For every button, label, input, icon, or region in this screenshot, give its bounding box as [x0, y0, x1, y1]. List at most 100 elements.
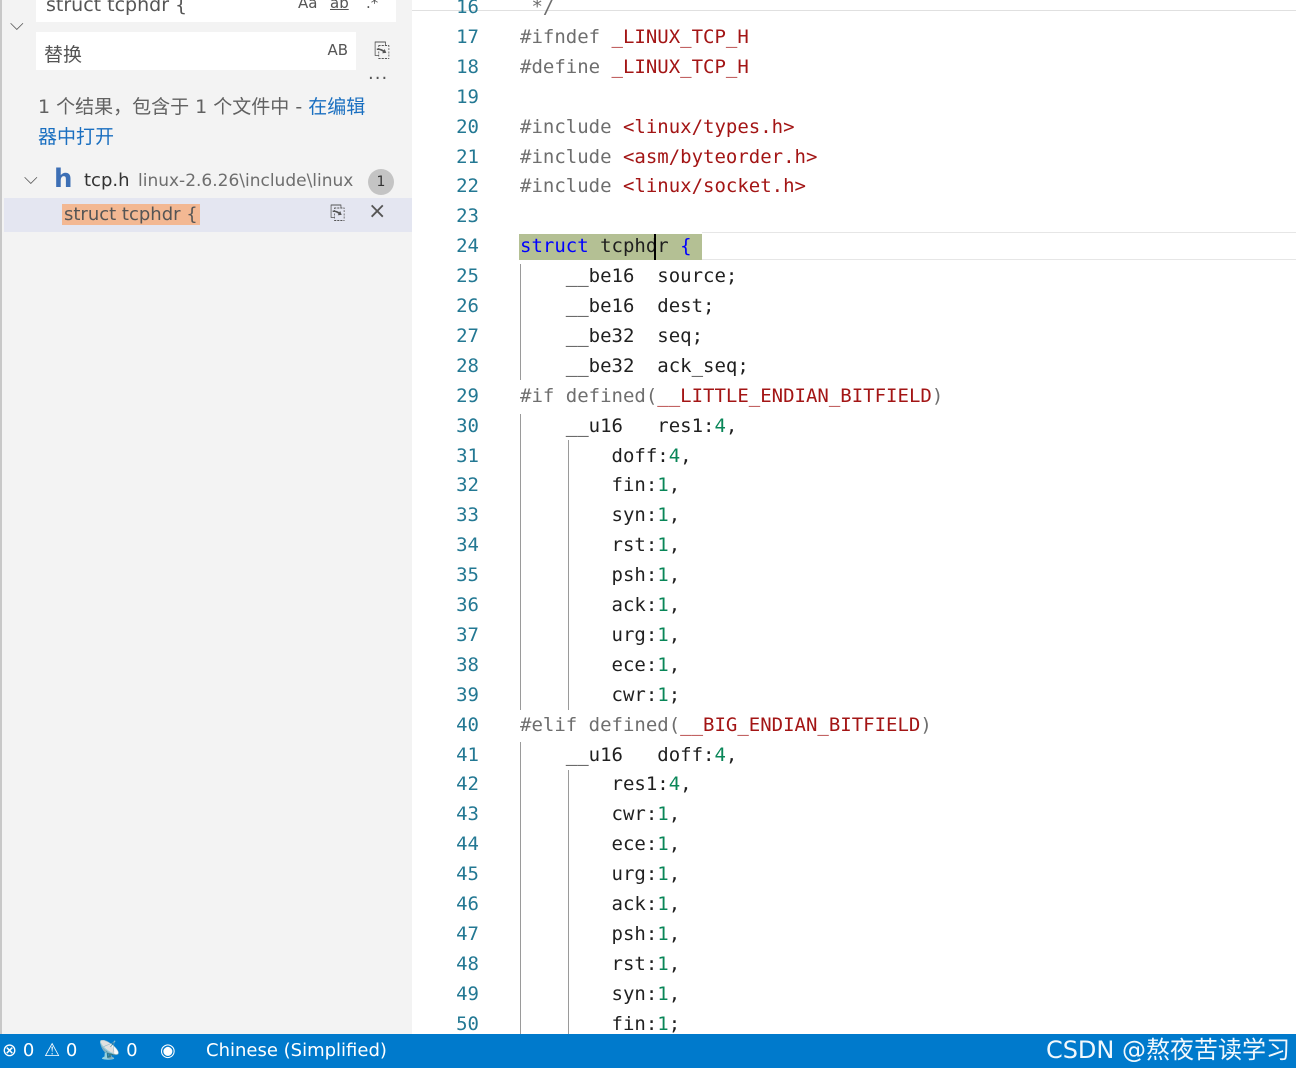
code-line[interactable]: __u16 res1:4, [520, 415, 738, 437]
replace-all-icon[interactable]: ⎘ [368, 38, 396, 64]
line-number: 26 [456, 295, 479, 317]
more-options-icon[interactable]: ··· [368, 68, 388, 89]
code-line[interactable]: #ifndef _LINUX_TCP_H [520, 26, 749, 48]
code-line[interactable]: doff:4, [520, 445, 692, 467]
language-indicator[interactable]: Chinese (Simplified) [206, 1040, 387, 1061]
line-number: 32 [456, 474, 479, 497]
whole-word-toggle[interactable]: ab [330, 0, 349, 12]
error-icon: ⊗ [2, 1040, 18, 1061]
line-number: 49 [456, 982, 479, 1005]
text-cursor [654, 234, 656, 260]
code-line[interactable]: ece:1, [520, 833, 681, 855]
code-line[interactable]: syn:1, [520, 983, 681, 1005]
code-line[interactable]: #include <linux/socket.h> [520, 175, 806, 197]
code-line[interactable]: urg:1, [520, 624, 681, 646]
line-number: 37 [456, 623, 479, 646]
code-line[interactable]: __be16 dest; [520, 295, 715, 317]
code-line[interactable]: ack:1, [520, 594, 681, 616]
ports-indicator[interactable]: 📡 0 [98, 1040, 138, 1061]
results-summary: 1 个结果，包含于 1 个文件中 - 在编辑器中打开 [38, 92, 378, 152]
line-number: 39 [456, 683, 479, 706]
code-line[interactable]: syn:1, [520, 504, 681, 526]
dismiss-close-icon[interactable]: × [368, 199, 386, 224]
preserve-case-toggle[interactable]: AB [327, 41, 348, 59]
line-number: 25 [456, 265, 479, 288]
code-line[interactable]: rst:1, [520, 953, 681, 975]
watermark: CSDN @熬夜苦读学习 [1045, 1036, 1290, 1064]
match-case-toggle[interactable]: Aa [298, 0, 317, 12]
ports-count: 0 [126, 1040, 138, 1061]
broadcast-icon: 📡 [98, 1040, 121, 1061]
line-number: 44 [456, 833, 479, 856]
code-editor[interactable]: 16 17 18 19 20 21 22 23 24 25 26 27 28 29 30 31 32 33 34 35… [412, 0, 1296, 1035]
code-line[interactable]: struct tcphdr { [520, 235, 692, 257]
result-file-path: linux-2.6.26\include\linux [138, 171, 354, 191]
line-number: 36 [456, 594, 479, 616]
line-number: 41 [456, 743, 479, 766]
warning-count: 0 [65, 1040, 78, 1061]
warning-icon: ⚠ [44, 1040, 61, 1061]
error-count: 0 [22, 1040, 35, 1061]
regex-toggle[interactable]: .* [366, 0, 378, 12]
code-line[interactable]: cwr:1; [520, 684, 681, 706]
line-number: 48 [456, 952, 479, 975]
line-number: 30 [456, 414, 479, 437]
current-line-highlight [702, 232, 1296, 260]
replace-icon[interactable]: ⎘ [330, 202, 345, 224]
errors-indicator[interactable]: ⊗ 0 ⚠ 0 [2, 1040, 77, 1061]
result-match-row[interactable]: struct tcphdr { ⎘ × [4, 198, 412, 232]
line-number: 22 [456, 175, 479, 198]
code-line[interactable]: #include <linux/types.h> [520, 116, 795, 138]
code-line[interactable]: rst:1, [520, 534, 681, 556]
search-input-value: struct tcphdr { [46, 0, 188, 16]
line-number: 31 [456, 444, 479, 467]
code-line[interactable]: res1:4, [520, 773, 692, 795]
c-header-file-icon: h [54, 164, 73, 194]
line-number: 40 [456, 713, 479, 736]
code-line[interactable]: ack:1, [520, 893, 681, 915]
line-number: 17 [456, 25, 479, 48]
code-line[interactable]: #define _LINUX_TCP_H [520, 56, 749, 78]
chevron-down-icon[interactable]: ⌵ [24, 168, 38, 189]
line-number: 28 [456, 354, 479, 377]
code-line[interactable]: __be32 ack_seq; [520, 355, 749, 377]
line-number: 33 [456, 504, 479, 527]
result-count-badge: 1 [368, 169, 394, 195]
line-number: 27 [456, 324, 479, 347]
line-number: 23 [456, 205, 479, 228]
code-line[interactable]: cwr:1, [520, 803, 681, 825]
code-line[interactable]: #if defined(__LITTLE_ENDIAN_BITFIELD) [520, 385, 943, 407]
line-number: 35 [456, 564, 479, 587]
code-line[interactable]: #elif defined(__BIG_ENDIAN_BITFIELD) [520, 714, 932, 736]
code-line[interactable]: #include <asm/byteorder.h> [520, 146, 817, 168]
code-line[interactable]: fin:1, [520, 474, 681, 496]
line-number: 18 [456, 55, 479, 78]
line-number: 24 [456, 235, 479, 258]
line-number: 16 [456, 0, 479, 18]
line-number: 46 [456, 893, 479, 915]
line-number: 42 [456, 773, 479, 796]
line-number: 34 [456, 534, 479, 557]
code-line[interactable]: */ [520, 0, 554, 18]
line-number: 47 [456, 922, 479, 945]
result-file-name: tcp.h [84, 170, 130, 191]
line-number: 19 [456, 85, 479, 108]
eye-icon[interactable]: ◉ [160, 1040, 176, 1061]
code-line[interactable]: urg:1, [520, 863, 681, 885]
line-number: 20 [456, 115, 479, 138]
code-line[interactable]: __be16 source; [520, 265, 738, 287]
code-line[interactable]: fin:1; [520, 1013, 681, 1035]
results-summary-text: 1 个结果，包含于 1 个文件中 - [38, 96, 309, 118]
replace-placeholder: 替换 [44, 44, 83, 66]
code-line[interactable]: psh:1, [520, 564, 681, 586]
code-line[interactable]: ece:1, [520, 654, 681, 676]
search-input[interactable]: struct tcphdr { Aa ab .* [36, 0, 396, 22]
code-line[interactable]: __u16 doff:4, [520, 744, 738, 766]
line-number: 43 [456, 803, 479, 826]
toggle-replace-chevron-icon[interactable]: ⌵ [10, 14, 24, 35]
replace-input[interactable]: 替换 AB [36, 32, 356, 70]
line-number: 45 [456, 863, 479, 886]
code-line[interactable]: psh:1, [520, 923, 681, 945]
result-file-row[interactable]: ⌵ h tcp.h linux-2.6.26\include\linux 1 [2, 164, 412, 196]
code-line[interactable]: __be32 seq; [520, 325, 703, 347]
